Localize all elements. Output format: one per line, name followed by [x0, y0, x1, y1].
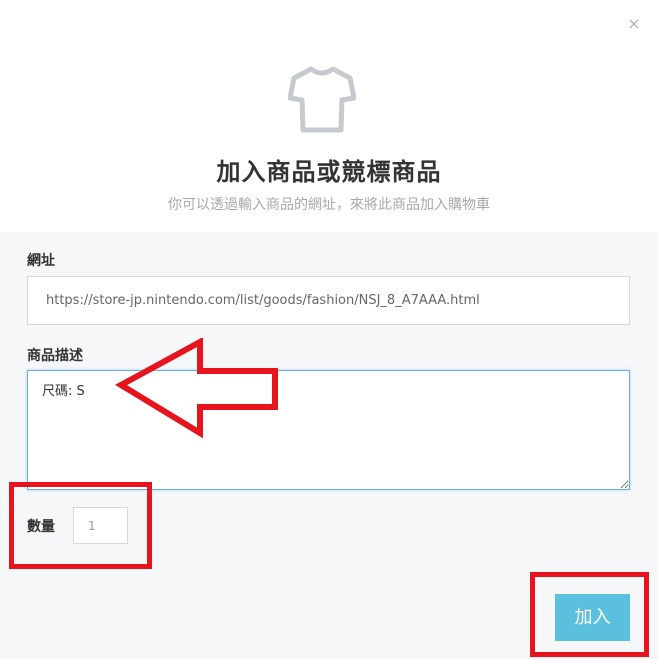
- description-label: 商品描述: [27, 348, 83, 364]
- quantity-label: 數量: [27, 519, 55, 535]
- url-input[interactable]: [27, 276, 630, 325]
- quantity-input[interactable]: [73, 507, 128, 544]
- close-icon[interactable]: ×: [624, 14, 644, 34]
- add-button[interactable]: 加入: [555, 594, 630, 641]
- dialog-subtitle: 你可以透過輸入商品的網址，來將此商品加入購物車: [168, 197, 490, 213]
- tshirt-icon: [288, 66, 356, 133]
- description-textarea[interactable]: 尺碼: S: [27, 370, 630, 490]
- url-label: 網址: [27, 253, 55, 269]
- dialog-title: 加入商品或競標商品: [216, 158, 442, 186]
